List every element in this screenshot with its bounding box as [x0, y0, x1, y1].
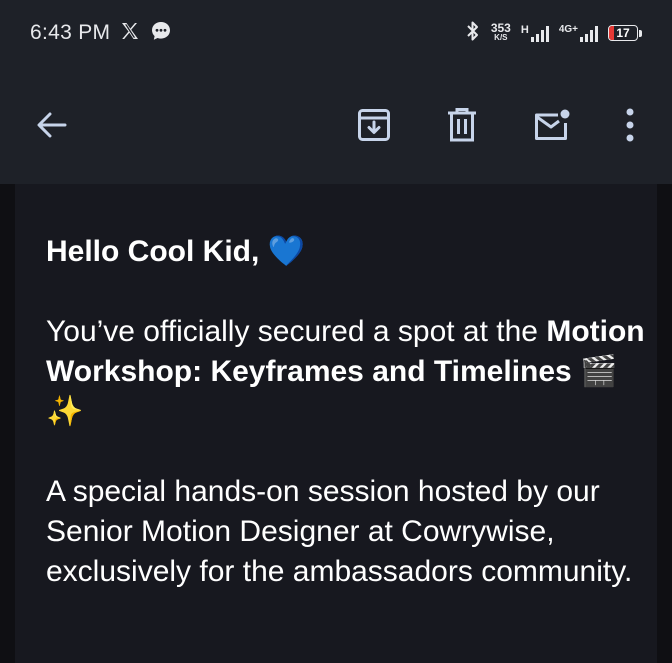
hd-label: H	[520, 24, 529, 36]
email-paragraph-2: A special hands-on session hosted by our…	[46, 475, 633, 588]
mail-unread-icon	[535, 109, 570, 140]
battery-icon: 17	[608, 25, 638, 41]
x-app-icon	[120, 21, 140, 46]
status-left: 6:43 PM	[30, 20, 172, 47]
status-right: 353 K/S H 4G+ 17	[465, 20, 642, 47]
net-speed-unit: K/S	[494, 33, 508, 42]
status-time: 6:43 PM	[30, 21, 111, 44]
back-button[interactable]	[26, 99, 78, 151]
chat-bubble-icon	[150, 20, 172, 47]
archive-button[interactable]	[348, 99, 400, 151]
bluetooth-icon	[465, 20, 481, 47]
net-speed-value: 353	[490, 21, 511, 35]
email-body: Hello Cool Kid, 💙 You’ve officially secu…	[15, 184, 657, 663]
status-bar: 6:43 PM 353 K/S H 4G+ 17	[0, 0, 672, 66]
signal-hd-icon: H	[521, 24, 549, 42]
battery-cap	[639, 29, 642, 37]
archive-icon	[358, 109, 390, 141]
trash-icon	[448, 108, 476, 142]
delete-button[interactable]	[436, 99, 488, 151]
arrow-left-icon	[37, 112, 67, 138]
email-content: Hello Cool Kid, 💙 You’ve officially secu…	[46, 232, 646, 592]
email-paragraph-1: You’ve officially secured a spot at the …	[46, 312, 646, 432]
network-type-label: 4G+	[558, 24, 578, 35]
more-vertical-icon	[626, 108, 634, 142]
net-speed: 353 K/S	[490, 21, 511, 43]
email-greeting: Hello Cool Kid, 💙	[46, 235, 306, 268]
battery-level: 17	[616, 26, 630, 40]
battery-indicator: 17	[608, 25, 642, 41]
email-reader-screen: 6:43 PM 353 K/S H 4G+ 17 Hello Cool Kid,…	[0, 0, 672, 663]
mark-unread-button[interactable]	[526, 99, 578, 151]
paragraph-1-text: You’ve officially secured a spot at the	[46, 315, 547, 348]
signal-4g-icon: 4G+	[559, 24, 598, 42]
more-options-button[interactable]	[604, 99, 656, 151]
email-toolbar	[0, 66, 672, 184]
